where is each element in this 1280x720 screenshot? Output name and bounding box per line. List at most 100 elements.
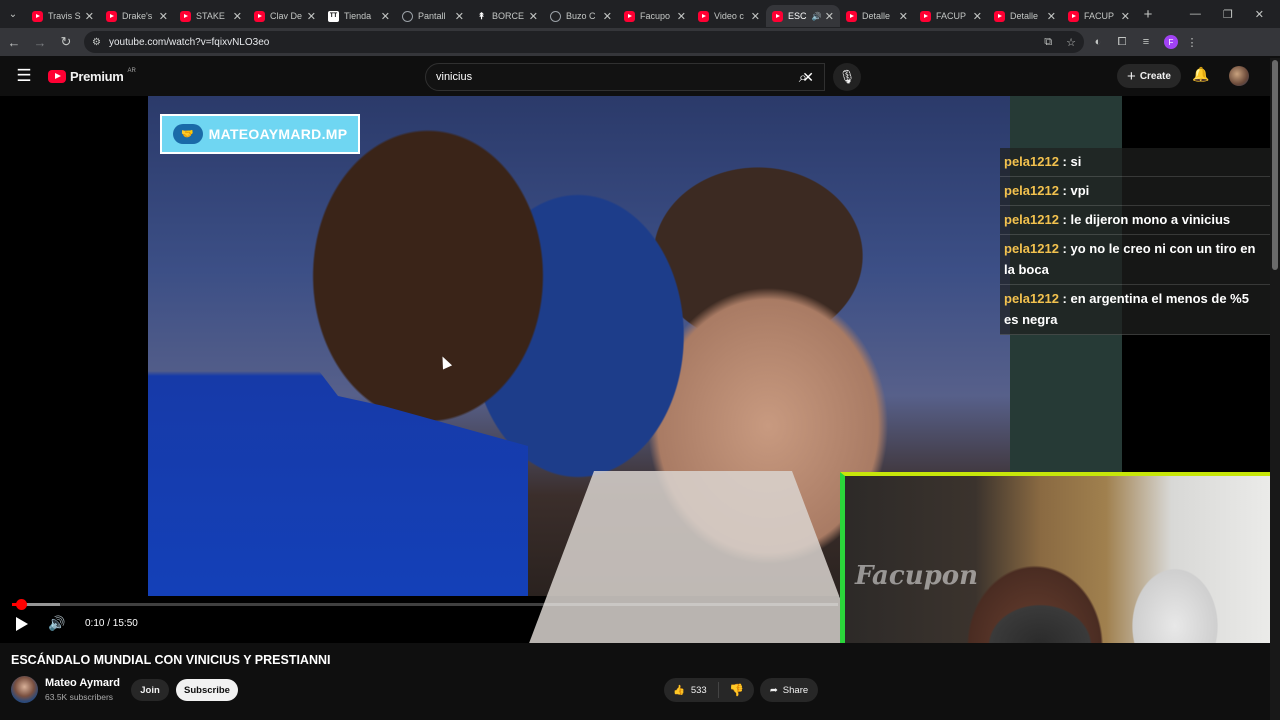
browser-tab[interactable]: Detalle ✕	[840, 5, 914, 27]
bookmark-star-icon[interactable]: ☆	[1066, 36, 1076, 49]
url-text: youtube.com/watch?v=fqixvNLO3eo	[108, 36, 270, 48]
tab-close-icon[interactable]: ✕	[159, 10, 168, 23]
tab-audio-icon[interactable]: 🔊	[812, 12, 822, 21]
tab-close-icon[interactable]: ✕	[751, 10, 760, 23]
chat-overlay: pela1212 : si pela1212 : vpi pela1212 : le…	[1000, 148, 1270, 335]
subscriber-count: 63.5K subscribers	[45, 692, 114, 702]
thumbs-up-icon: 👍	[673, 684, 685, 696]
media-controls-icon[interactable]: ≡	[1136, 36, 1156, 48]
globe-icon	[402, 10, 413, 22]
scrubber-handle[interactable]	[16, 599, 28, 610]
chat-separator: :	[1058, 291, 1071, 306]
tab-close-icon[interactable]: ✕	[455, 10, 464, 23]
search-button[interactable]: ⌕	[784, 63, 822, 91]
profile-avatar[interactable]: F	[1164, 35, 1178, 49]
browser-tab[interactable]: Facupo ✕	[618, 5, 692, 27]
window-close-icon[interactable]: ✕	[1255, 8, 1264, 21]
tab-close-icon[interactable]: ✕	[1121, 10, 1130, 23]
youtube-logo[interactable]: Premium AR	[48, 68, 136, 84]
video-player[interactable]: 🤝 MATEOAYMARD.MP pela1212 : si pela1212 :…	[0, 96, 1280, 643]
channel-name[interactable]: Mateo Aymard	[45, 677, 120, 689]
webcam-overlay: Facupon	[840, 472, 1280, 643]
tab-search-icon[interactable]: ⌄	[0, 0, 26, 28]
play-button[interactable]	[14, 616, 30, 632]
account-avatar[interactable]	[1229, 66, 1249, 86]
tab-title: Detalle	[1010, 11, 1039, 21]
tab-title: FACUP	[936, 11, 967, 21]
chat-username: pela1212	[1004, 291, 1059, 306]
time-display: 0:10 / 15:50	[85, 618, 138, 629]
search-input[interactable]: vinicius ✕	[425, 63, 825, 91]
tab-close-icon[interactable]: ✕	[85, 10, 94, 23]
browser-menu-icon[interactable]: ⋮	[1182, 36, 1202, 49]
streamer-figure	[940, 576, 1150, 643]
create-label: Create	[1139, 70, 1171, 82]
dislike-button[interactable]: 👎	[719, 683, 754, 697]
create-button[interactable]: + Create	[1117, 64, 1181, 88]
tab-title: Video c	[714, 11, 744, 21]
chat-message: pela1212 : yo no le creo ni con un tiro …	[1000, 235, 1270, 285]
browser-tab[interactable]: Video c ✕	[692, 5, 766, 27]
browser-tab[interactable]: Clav De ✕	[248, 5, 322, 27]
browser-tab[interactable]: TT Tienda ✕	[322, 5, 396, 27]
tab-close-icon[interactable]: ✕	[603, 10, 612, 23]
youtube-masthead: ☰ Premium AR vinicius ✕ ⌕ 🎙 + Create 🔔	[0, 56, 1280, 96]
channel-overlay-badge: 🤝 MATEOAYMARD.MP	[160, 114, 360, 154]
microphone-icon: 🎙	[838, 69, 856, 84]
tab-title: ESC	[788, 11, 807, 21]
progress-bar[interactable]	[12, 599, 838, 610]
tab-close-icon[interactable]: ✕	[1047, 10, 1056, 23]
browser-tab[interactable]: Drake's ✕	[100, 5, 174, 27]
youtube-icon	[846, 10, 857, 22]
reload-icon[interactable]: ↻	[54, 30, 78, 54]
browser-tab[interactable]: Pantall ✕	[396, 5, 470, 27]
back-icon[interactable]: ←	[2, 30, 26, 54]
tab-title: Tienda	[344, 11, 372, 21]
tab-close-icon[interactable]: ✕	[529, 10, 538, 23]
browser-tab-strip: ⌄ Travis S ✕ Drake's ✕ STAKE ✕ Clav De ✕ TT Tiend…	[0, 0, 1280, 28]
volume-icon[interactable]: 🔊	[48, 615, 65, 632]
extensions-puzzle-icon[interactable]: ⧠	[1112, 36, 1132, 49]
forward-icon[interactable]: →	[28, 30, 52, 54]
tab-close-icon[interactable]: ✕	[307, 10, 316, 23]
extension-icon[interactable]: ◐	[1088, 36, 1108, 48]
like-button[interactable]: 👍 533	[664, 682, 719, 698]
tab-close-icon[interactable]: ✕	[233, 10, 242, 23]
share-button[interactable]: ➦ Share	[760, 678, 818, 702]
channel-avatar[interactable]	[11, 676, 38, 703]
like-dislike-bar: 👍 533 👎	[664, 678, 754, 702]
guide-menu-icon[interactable]: ☰	[0, 66, 48, 86]
browser-tab[interactable]: FACUP ✕	[1062, 5, 1136, 27]
tab-close-icon[interactable]: ✕	[973, 10, 982, 23]
address-bar[interactable]: ⚙ youtube.com/watch?v=fqixvNLO3eo ⧉ ☆	[84, 31, 1084, 53]
browser-tab[interactable]: Buzo C ✕	[544, 5, 618, 27]
tab-close-icon[interactable]: ✕	[381, 10, 390, 23]
browser-tab[interactable]: STAKE ✕	[174, 5, 248, 27]
notifications-bell-icon[interactable]: 🔔	[1192, 66, 1209, 83]
browser-tab[interactable]: ESC 🔊 ✕	[766, 5, 840, 27]
minimize-icon[interactable]: —	[1190, 8, 1201, 21]
join-button[interactable]: Join	[131, 679, 169, 701]
browser-tab[interactable]: Detalle ✕	[988, 5, 1062, 27]
subscribe-button[interactable]: Subscribe	[176, 679, 238, 701]
site-info-icon[interactable]: ⚙	[92, 37, 101, 48]
browser-tab[interactable]: FACUP ✕	[914, 5, 988, 27]
new-tab-icon[interactable]: +	[1136, 6, 1160, 23]
chat-message: pela1212 : le dijeron mono a vinicius	[1000, 206, 1270, 235]
browser-tab[interactable]: Travis S ✕	[26, 5, 100, 27]
share-label: Share	[782, 684, 809, 696]
scrollbar-thumb[interactable]	[1272, 60, 1278, 270]
install-app-icon[interactable]: ⧉	[1044, 36, 1052, 49]
chat-separator: :	[1058, 154, 1071, 169]
overlay-badge-text: MATEOAYMARD.MP	[208, 126, 348, 142]
browser-tab[interactable]: ↟ BORCE ✕	[470, 5, 544, 27]
restore-icon[interactable]: ❐	[1223, 8, 1233, 21]
youtube-icon	[920, 10, 931, 22]
chat-text: vpi	[1070, 183, 1090, 198]
voice-search-button[interactable]: 🎙	[833, 63, 861, 91]
page-scrollbar[interactable]	[1270, 58, 1280, 720]
tab-close-icon[interactable]: ✕	[677, 10, 686, 23]
tab-close-icon[interactable]: ✕	[899, 10, 908, 23]
tab-close-icon[interactable]: ✕	[825, 10, 834, 23]
youtube-icon	[624, 10, 635, 22]
